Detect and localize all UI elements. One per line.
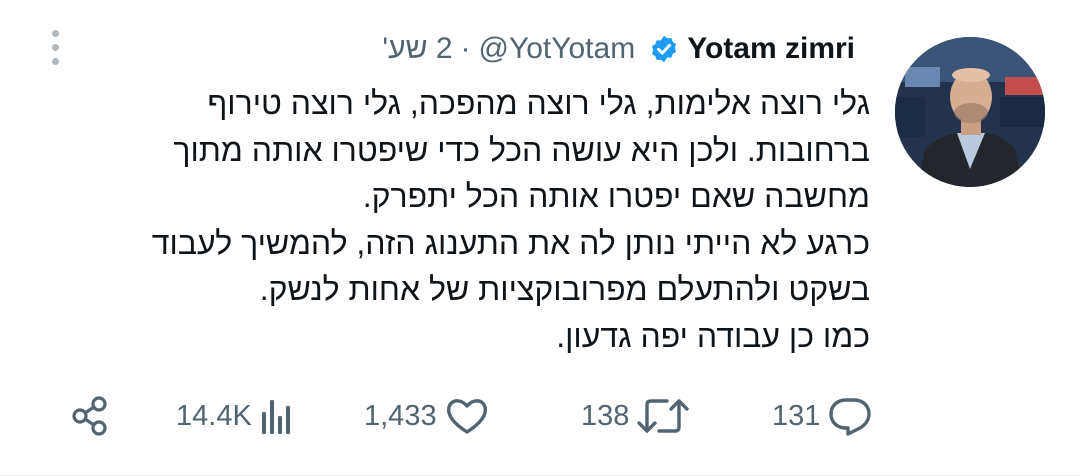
tweet-line: כמו כן עבודה יפה גדעון. (556, 317, 870, 354)
views-button[interactable]: 14.4K (170, 392, 298, 440)
reply-icon (829, 398, 872, 436)
tweet-card[interactable]: Yotam zimri @YotYotam · 2 שע' גלי רוצה א… (0, 0, 1080, 476)
tweet-timestamp[interactable]: 2 שע' (382, 32, 452, 66)
tweet-header: Yotam zimri @YotYotam · 2 שע' (382, 28, 855, 70)
author-handle[interactable]: @YotYotam (479, 32, 636, 66)
likes-count: 1,433 (364, 399, 437, 432)
tweet-line: מחשבה שאם יפטרו אותה הכל יתפרק. (362, 178, 870, 214)
verified-badge-icon (652, 35, 677, 63)
more-vertical-icon[interactable] (46, 30, 66, 66)
tweet-line: ברחובות. ולכן היא עושה הכל כדי שיפטרו או… (173, 131, 870, 168)
share-icon (72, 396, 107, 436)
reposts-count: 138 (581, 399, 630, 432)
share-button[interactable] (68, 392, 112, 440)
tweet-line: בשקט ולהתעלם מפרובוקציות של אחות לנשק. (259, 271, 870, 307)
header-separator: · (460, 32, 471, 65)
repost-button[interactable]: 138 (575, 392, 691, 440)
avatar-photo (895, 37, 1045, 187)
reply-button[interactable]: 131 (766, 392, 874, 440)
replies-count: 131 (772, 399, 821, 432)
tweet-text: גלי רוצה אלימות, גלי רוצה מהפכה, גלי רוצ… (90, 80, 870, 359)
tweet-actions: 14.4K 1,433 138 131 (0, 392, 1080, 440)
views-icon (261, 400, 290, 434)
author-name[interactable]: Yotam zimri (687, 32, 855, 66)
tweet-line: כרגע לא הייתי נותן לה את התענוג הזה, להמ… (151, 224, 870, 261)
views-count: 14.4K (176, 399, 252, 432)
repost-icon (637, 399, 690, 433)
heart-icon (446, 399, 487, 434)
tweet-line: גלי רוצה אלימות, גלי רוצה מהפכה, גלי רוצ… (207, 85, 870, 121)
like-button[interactable]: 1,433 (358, 392, 491, 440)
avatar[interactable] (895, 37, 1045, 187)
